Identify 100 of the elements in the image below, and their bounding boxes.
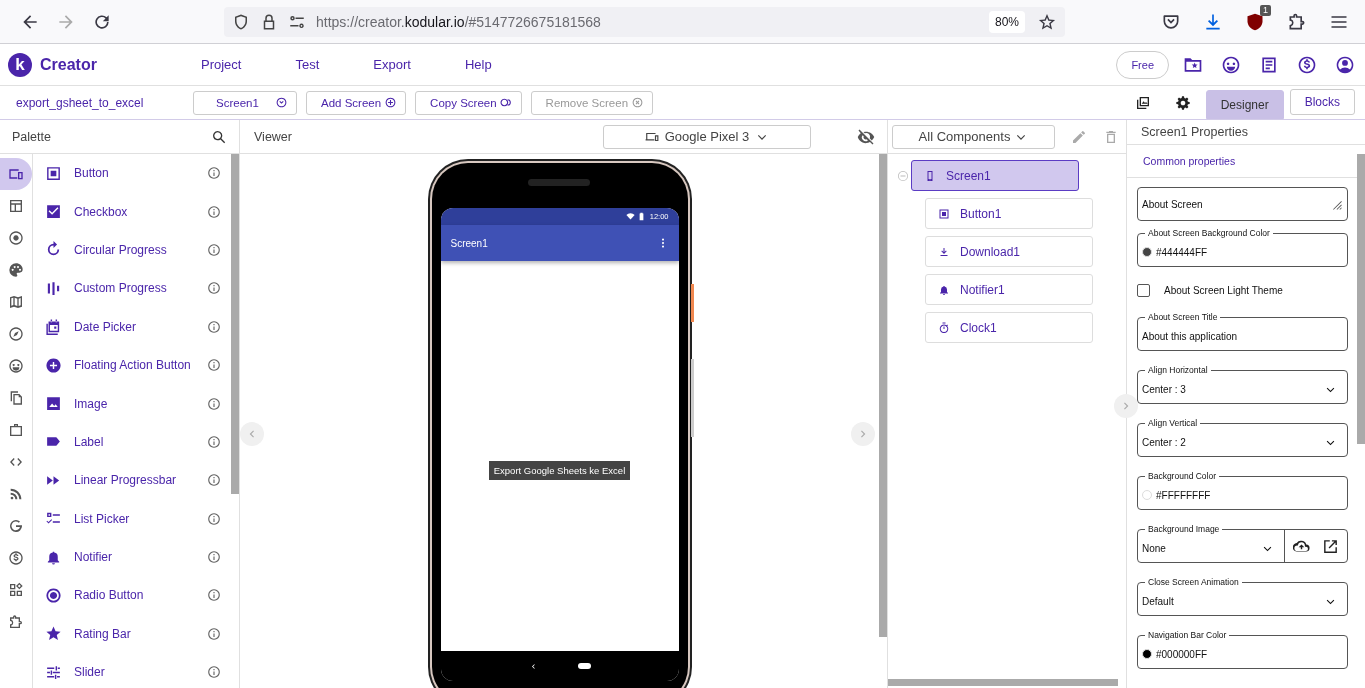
scrollbar[interactable] bbox=[888, 679, 1118, 686]
star-icon bbox=[45, 625, 62, 643]
extensions-icon[interactable] bbox=[1287, 11, 1307, 32]
info-icon[interactable] bbox=[207, 434, 221, 449]
palette-item[interactable]: Circular Progress bbox=[33, 230, 229, 270]
field-label: Background Color bbox=[1145, 470, 1220, 482]
checkbox-label: About Screen Light Theme bbox=[1164, 284, 1283, 296]
info-icon[interactable] bbox=[207, 166, 221, 181]
info-icon[interactable] bbox=[207, 358, 221, 373]
stopwatch-icon bbox=[938, 321, 950, 334]
menu-item[interactable]: Help bbox=[464, 57, 518, 72]
power-key bbox=[690, 284, 694, 322]
caret-icon bbox=[275, 96, 288, 109]
palette-item[interactable]: Image bbox=[33, 384, 229, 423]
bell-icon bbox=[938, 283, 950, 296]
panel-title: Screen1 Properties bbox=[1141, 125, 1248, 139]
selected-category-tab[interactable] bbox=[0, 158, 32, 190]
logo-badge: k bbox=[8, 52, 32, 77]
g-icon bbox=[8, 518, 24, 534]
field-label: Align Vertical bbox=[1145, 417, 1201, 429]
info-icon[interactable] bbox=[207, 473, 221, 488]
aperture-icon bbox=[8, 230, 24, 246]
field-label: About Screen Title bbox=[1145, 311, 1221, 323]
section-title[interactable]: Common properties bbox=[1143, 155, 1236, 167]
components-dropdown[interactable]: All Components bbox=[892, 124, 1055, 149]
info-icon[interactable] bbox=[207, 626, 221, 641]
info-icon[interactable] bbox=[207, 665, 221, 680]
bars-icon bbox=[45, 279, 62, 297]
info-icon[interactable] bbox=[207, 242, 221, 257]
scrollbar[interactable] bbox=[879, 154, 887, 637]
info-icon[interactable] bbox=[207, 396, 221, 411]
checkbox-icon bbox=[45, 203, 62, 221]
field-label: Background Image bbox=[1145, 523, 1223, 535]
image-icon bbox=[45, 395, 62, 413]
info-icon[interactable] bbox=[207, 550, 221, 565]
tree-item[interactable]: Clock1 bbox=[925, 312, 1093, 343]
project-name: export_gsheet_to_excel bbox=[16, 95, 145, 110]
sliders-icon bbox=[45, 663, 62, 681]
shield-icon[interactable] bbox=[1245, 11, 1265, 32]
text-area[interactable]: About Screen bbox=[1137, 187, 1348, 221]
palette-item[interactable]: Button bbox=[33, 154, 229, 193]
zoom-level[interactable]: 80% bbox=[988, 10, 1025, 33]
palette-item[interactable]: Linear Progressbar bbox=[33, 461, 229, 500]
eye-off-icon[interactable] bbox=[857, 127, 875, 146]
face-icon bbox=[8, 358, 24, 374]
puzzle-icon bbox=[8, 614, 24, 630]
tree-item[interactable]: Button1 bbox=[925, 198, 1093, 229]
palette-item[interactable]: Floating Action Button bbox=[33, 345, 229, 385]
info-icon[interactable] bbox=[207, 319, 221, 334]
palette-item[interactable]: Rating Bar bbox=[33, 614, 229, 654]
device-dropdown[interactable]: Google Pixel 3 bbox=[603, 124, 811, 149]
tree-item[interactable]: Screen1 bbox=[911, 160, 1079, 191]
menu-item[interactable]: Test bbox=[295, 57, 346, 72]
scrollbar[interactable] bbox=[1357, 154, 1365, 444]
gallery-icon[interactable] bbox=[1134, 94, 1151, 111]
download-icon bbox=[938, 245, 950, 258]
palette-item[interactable]: Checkbox bbox=[33, 192, 229, 231]
checkbox[interactable] bbox=[1137, 283, 1150, 297]
map-icon bbox=[8, 294, 24, 310]
account-icon[interactable] bbox=[1335, 54, 1355, 75]
palette-item[interactable]: List Picker bbox=[33, 499, 229, 538]
open-external-icon[interactable] bbox=[1322, 537, 1339, 555]
menu-item[interactable]: Export bbox=[373, 57, 437, 72]
palette-item[interactable]: Custom Progress bbox=[33, 269, 229, 308]
palette-item[interactable]: Slider bbox=[33, 653, 229, 688]
scrollbar[interactable] bbox=[231, 154, 239, 494]
palette-item[interactable]: Date Picker bbox=[33, 307, 229, 346]
address-bar[interactable]: https://creator.kodular.io/#5147726675181568 80% bbox=[224, 6, 1065, 37]
view-tab[interactable]: Designer bbox=[1205, 90, 1284, 119]
url-text: https://creator.kodular.io/#5147726675181568 bbox=[316, 13, 602, 30]
panel-title: Palette bbox=[12, 129, 51, 144]
gear-icon[interactable] bbox=[1174, 94, 1191, 111]
info-icon[interactable] bbox=[207, 588, 221, 603]
color-swatch[interactable] bbox=[1142, 649, 1152, 659]
layout-icon bbox=[8, 198, 24, 214]
palette-item[interactable]: Notifier bbox=[33, 537, 229, 577]
plan-button[interactable]: Free bbox=[1116, 50, 1169, 79]
screen-dropdown[interactable]: Screen1 bbox=[193, 90, 297, 115]
speaker-grille bbox=[527, 179, 590, 186]
menu-item[interactable]: Project bbox=[201, 57, 268, 72]
palette-item[interactable]: Radio Button bbox=[33, 576, 229, 615]
info-icon[interactable] bbox=[207, 204, 221, 219]
component-label[interactable]: Export Google Sheets ke Excel bbox=[488, 460, 631, 480]
toolbar-button[interactable]: Add Screen bbox=[306, 90, 407, 115]
devices-icon bbox=[8, 166, 24, 182]
color-swatch[interactable] bbox=[1142, 247, 1152, 257]
tree-item[interactable]: Notifier1 bbox=[925, 274, 1093, 305]
tree-item[interactable]: Download1 bbox=[925, 236, 1093, 267]
search-icon[interactable] bbox=[211, 128, 227, 145]
palette-item[interactable]: Label bbox=[33, 422, 229, 462]
app-bar-title: Screen1 bbox=[450, 237, 489, 249]
toolbar-button[interactable]: Copy Screen bbox=[415, 90, 522, 115]
color-swatch[interactable] bbox=[1142, 490, 1152, 500]
dollar-icon[interactable] bbox=[1297, 54, 1317, 75]
info-icon[interactable] bbox=[207, 281, 221, 296]
button-icon bbox=[938, 207, 950, 220]
info-icon[interactable] bbox=[207, 511, 221, 526]
button-icon bbox=[45, 164, 62, 182]
view-tab[interactable]: Blocks bbox=[1289, 89, 1355, 115]
wifi-icon bbox=[625, 212, 635, 221]
